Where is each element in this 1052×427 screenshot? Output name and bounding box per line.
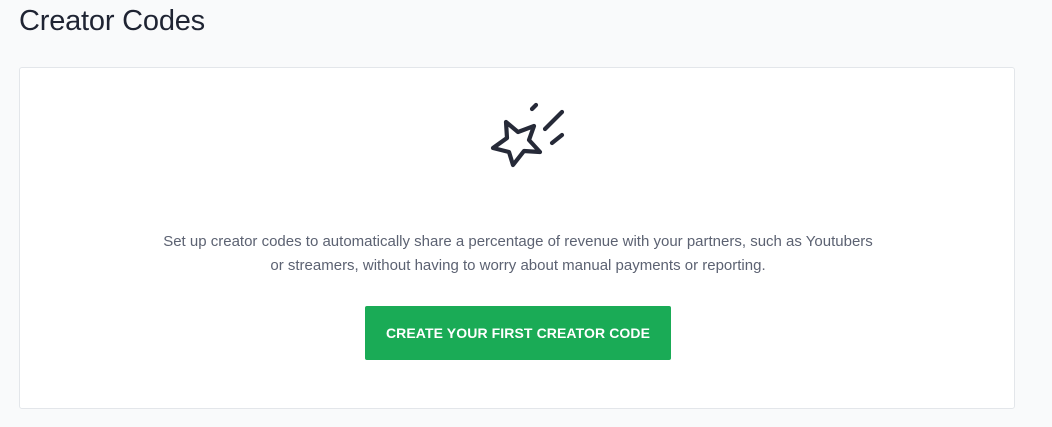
- create-creator-code-button[interactable]: CREATE YOUR FIRST CREATOR CODE: [365, 306, 671, 360]
- page-title: Creator Codes: [19, 5, 205, 37]
- empty-state-card: Set up creator codes to automatically sh…: [19, 67, 1015, 409]
- description-line-2: or streamers, without having to worry ab…: [270, 257, 766, 274]
- empty-state-description: Set up creator codes to automatically sh…: [20, 230, 1016, 278]
- description-line-1: Set up creator codes to automatically sh…: [163, 233, 873, 250]
- shooting-star-icon: [490, 102, 565, 168]
